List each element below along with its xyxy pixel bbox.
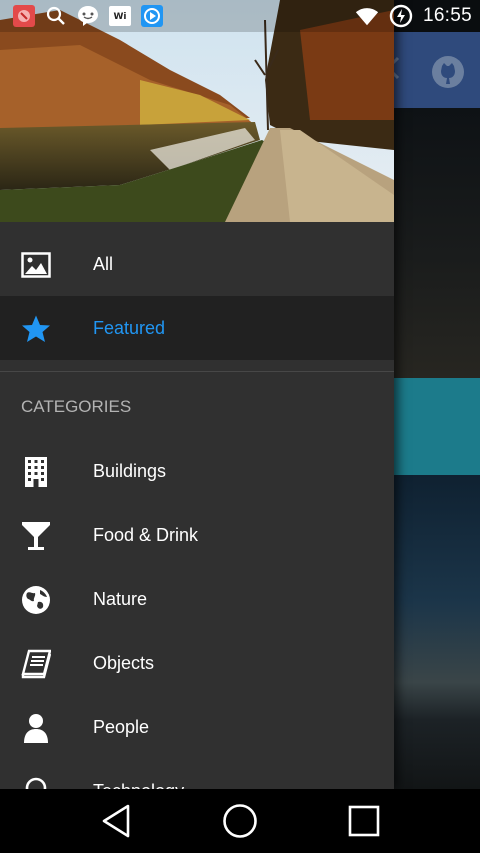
menu-item-objects[interactable]: Objects [0,631,394,695]
menu-item-food-drink[interactable]: Food & Drink [0,503,394,567]
book-icon [20,648,52,680]
menu-item-all[interactable]: All [0,232,394,296]
menu-item-technology[interactable]: Technology [0,759,394,789]
lightbulb-icon [20,776,52,789]
menu-item-label: Nature [93,588,148,609]
battery-charging-icon [389,4,413,28]
app-notification-icon [12,4,36,28]
status-bar: Wi 16:55 [0,0,480,32]
clock: 16:55 [422,5,472,26]
navigation-bar [0,789,480,853]
menu-item-label: All [93,253,114,274]
menu-item-label: People [93,716,150,737]
person-icon [20,712,52,744]
drawer-menu: All Featured CATEGORIES Buildings Food &… [0,222,394,789]
svg-text:Wi: Wi [113,12,126,22]
recents-icon[interactable] [334,791,394,851]
building-icon [20,456,52,488]
media-player-icon [140,4,164,28]
categories-header: CATEGORIES [21,396,132,416]
background-sea-photo-card[interactable] [394,475,480,789]
menu-item-people[interactable]: People [0,695,394,759]
menu-item-featured[interactable]: Featured [0,296,394,360]
menu-item-label: Buildings [93,460,167,481]
image-icon [20,249,52,281]
menu-item-label: Featured [93,317,166,338]
background-color-card[interactable] [394,378,480,475]
drawer-header-image [0,0,394,222]
navigation-drawer: All Featured CATEGORIES Buildings Food &… [0,0,394,789]
messenger-icon [76,4,100,28]
cocktail-glass-icon [20,520,52,552]
back-icon[interactable] [86,791,146,851]
github-icon[interactable] [430,54,466,90]
star-icon [20,313,52,345]
background-photo-card[interactable] [394,108,480,378]
menu-item-nature[interactable]: Nature [0,567,394,631]
globe-icon [20,584,52,616]
wifi-signal-icon: Wi [108,4,132,28]
menu-item-buildings[interactable]: Buildings [0,439,394,503]
home-icon[interactable] [210,791,270,851]
wifi-icon [355,4,379,28]
menu-item-label: Objects [93,652,155,673]
menu-item-label: Technology [93,781,184,790]
menu-item-label: Food & Drink [93,524,199,545]
search-icon [44,4,68,28]
